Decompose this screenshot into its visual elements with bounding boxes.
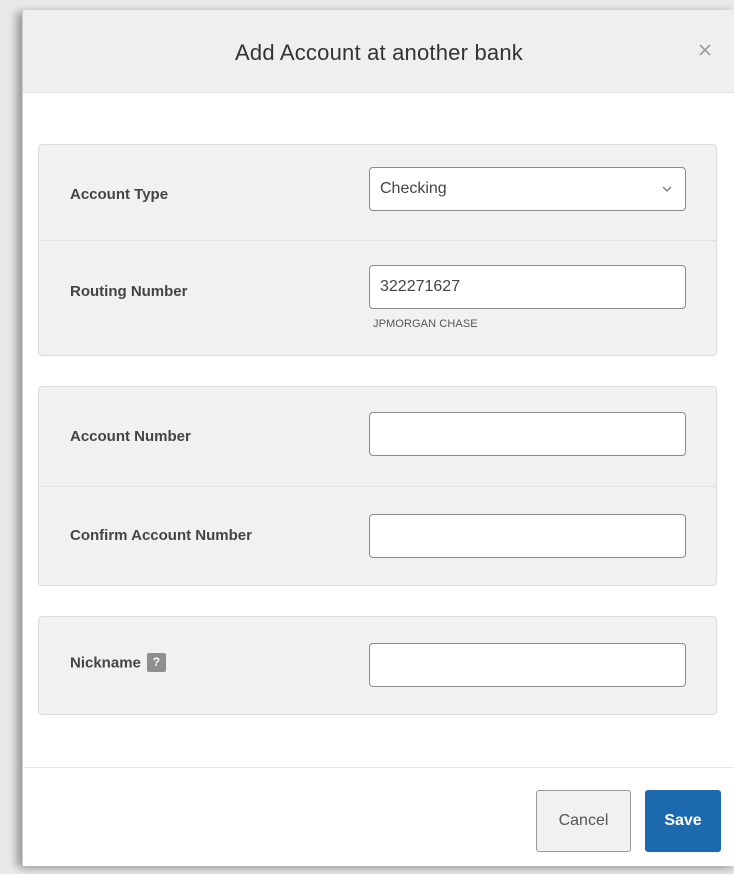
account-number-input[interactable] [369, 412, 686, 456]
dialog-header: Add Account at another bank [23, 10, 734, 93]
confirm-account-number-input[interactable] [369, 514, 686, 558]
confirm-account-number-label: Confirm Account Number [70, 527, 252, 544]
add-account-dialog: Add Account at another bank Account Type… [22, 10, 734, 866]
nickname-panel: Nickname? [38, 616, 717, 715]
nickname-label: Nickname [70, 654, 141, 672]
bank-info-panel: Account Type Checking Routing Number 322… [38, 144, 717, 356]
routing-number-row: Routing Number 322271627 JPMORGAN CHASE [39, 240, 716, 357]
nickname-row: Nickname? [39, 617, 716, 715]
account-number-row: Account Number [39, 387, 716, 486]
chevron-down-icon [662, 186, 672, 192]
save-button[interactable]: Save [645, 790, 721, 852]
close-icon [699, 44, 711, 56]
confirm-account-number-row: Confirm Account Number [39, 486, 716, 586]
cancel-button[interactable]: Cancel [536, 790, 631, 852]
account-type-select[interactable]: Checking [369, 167, 686, 211]
screen-background: Add Account at another bank Account Type… [0, 0, 734, 874]
account-type-row: Account Type Checking [39, 145, 716, 241]
account-type-selected-value: Checking [380, 180, 447, 197]
close-button[interactable] [695, 40, 715, 60]
routing-bank-name: JPMORGAN CHASE [373, 318, 478, 330]
account-number-label: Account Number [70, 428, 191, 445]
routing-number-label: Routing Number [70, 283, 188, 300]
routing-number-value: 322271627 [380, 278, 461, 295]
help-icon[interactable]: ? [146, 653, 166, 672]
dialog-footer: Cancel Save [23, 767, 734, 866]
account-number-panel: Account Number Confirm Account Number [38, 386, 717, 586]
routing-number-input[interactable]: 322271627 [369, 265, 686, 309]
dialog-title: Add Account at another bank [235, 40, 523, 65]
nickname-label-group: Nickname? [70, 653, 166, 673]
nickname-input[interactable] [369, 643, 686, 687]
account-type-label: Account Type [70, 186, 169, 203]
